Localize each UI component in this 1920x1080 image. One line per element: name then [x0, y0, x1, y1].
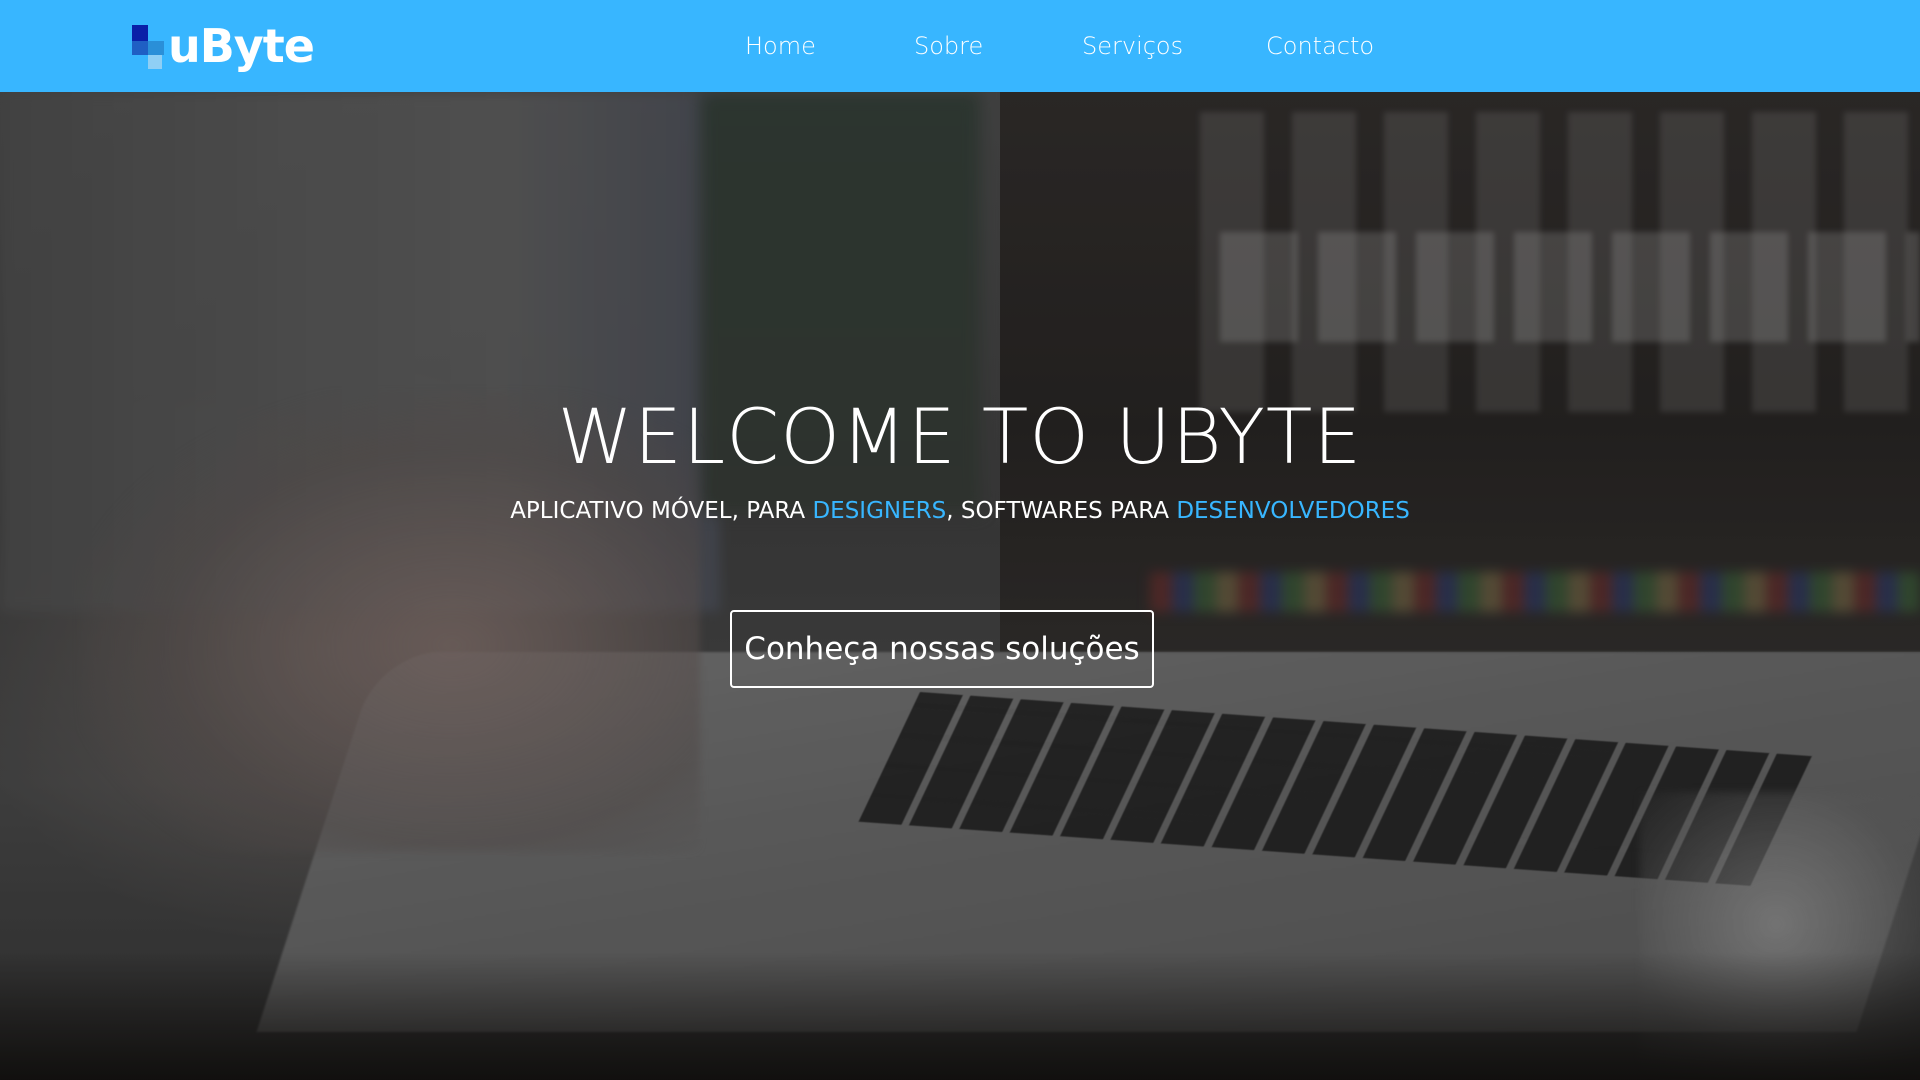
hero-section: WELCOME TO UBYTE APLICATIVO MÓVEL, PARA … [0, 92, 1920, 1080]
subtitle-highlight-designers: DESIGNERS [812, 498, 947, 524]
nav-link-sobre[interactable]: Sobre [914, 32, 983, 60]
nav-link-servicos[interactable]: Serviços [1082, 32, 1183, 60]
nav-link-contacto[interactable]: Contacto [1266, 32, 1374, 60]
subtitle-text: APLICATIVO MÓVEL, PARA [510, 498, 813, 524]
top-navbar: uByte Home Sobre Serviços Contacto [0, 0, 1920, 92]
logo-mark-icon [130, 21, 164, 71]
cta-solutions-button[interactable]: Conheça nossas soluções [730, 610, 1154, 688]
hero-subtitle: APLICATIVO MÓVEL, PARA DESIGNERS, SOFTWA… [0, 498, 1920, 524]
hero-content: WELCOME TO UBYTE APLICATIVO MÓVEL, PARA … [0, 92, 1920, 1080]
subtitle-highlight-developers: DESENVOLVEDORES [1176, 498, 1410, 524]
brand-logo[interactable]: uByte [130, 18, 315, 74]
hero-title: WELCOME TO UBYTE [557, 392, 1363, 481]
nav-link-home[interactable]: Home [745, 32, 816, 60]
brand-name: uByte [168, 19, 315, 73]
subtitle-text: , SOFTWARES PARA [946, 498, 1177, 524]
